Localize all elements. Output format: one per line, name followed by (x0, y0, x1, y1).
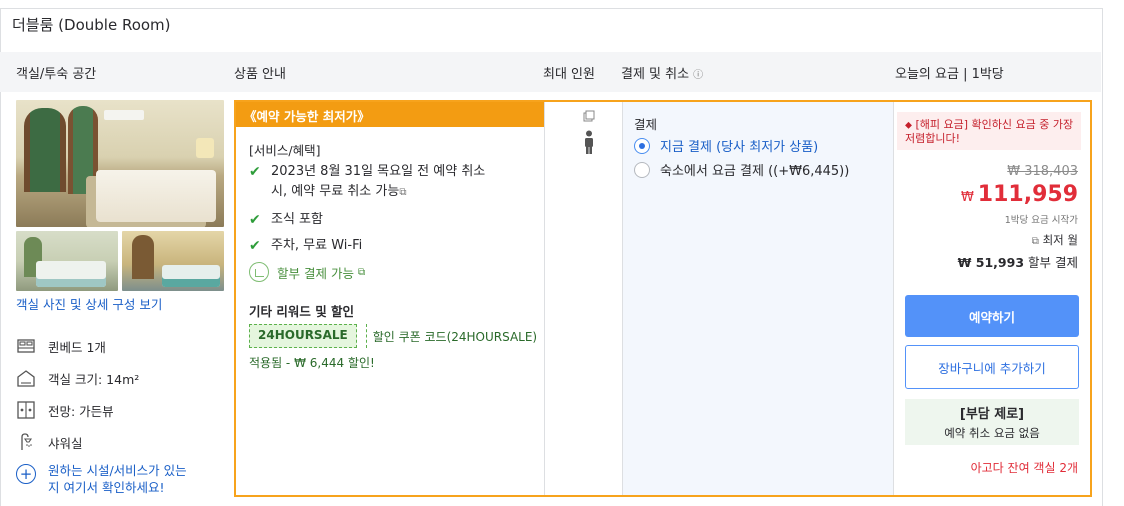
breakfast-label: 조식 포함 (271, 212, 323, 227)
zero-cancellation-box: [부담 제로] 예약 취소 요금 없음 (905, 399, 1079, 445)
external-link-icon[interactable] (583, 110, 595, 122)
zero-title: [부담 제로] (959, 407, 1025, 422)
room-photo-main[interactable] (16, 100, 224, 227)
external-link-icon: ⧉ (357, 266, 366, 278)
pay-at-hotel-label: 숙소에서 요금 결제 ((+₩6,445)) (660, 164, 850, 179)
benefit-free-cancel: ✔ 2023년 8월 31일 목요일 전 예약 취소시, 예약 무료 취소 가능… (249, 162, 485, 203)
installment-chart-icon (249, 262, 269, 282)
room-size-icon (17, 370, 35, 387)
payment-options: 결제 지금 결제 (당사 최저가 상품) 숙소에서 요금 결제 ((+₩6,44… (622, 102, 894, 495)
installment-link[interactable]: 할부 결제 가능 ⧉ (249, 262, 365, 282)
lowest-price-ribbon: 《예약 가능한 최저가》 (236, 102, 544, 127)
more-amenities-line: 원하는 시설/서비스가 있는 (48, 463, 187, 478)
sale-price-value: 111,959 (977, 182, 1078, 207)
shower-icon (21, 433, 33, 450)
amenity-label: 객실 크기: 14m² (48, 371, 140, 387)
per-night-label: 1박당 요금 시작가 (1004, 215, 1078, 226)
pay-at-hotel-option[interactable]: 숙소에서 요금 결제 ((+₩6,445)) (634, 160, 849, 179)
add-to-cart-button[interactable]: 장바구니에 추가하기 (905, 345, 1079, 389)
external-link-icon[interactable]: ⧉ (399, 187, 406, 198)
offer-row: 《예약 가능한 최저가》 [서비스/혜택] ✔ 2023년 8월 31일 목요일… (234, 100, 1092, 497)
currency-symbol: ₩ (960, 190, 974, 205)
column-header-room: 객실/투숙 공간 (16, 67, 97, 82)
amenity-bed: 퀸베드 1개 (16, 336, 106, 356)
hot-deal-banner: ⬥ [해피 요금] 확인하신 요금 중 가장 저렴합니다! (897, 112, 1081, 150)
zero-subtitle: 예약 취소 요금 없음 (944, 426, 1040, 440)
room-photo-thumb[interactable] (16, 231, 118, 291)
room-photos-link[interactable]: 객실 사진 및 상세 구성 보기 (16, 294, 162, 313)
installment-amount: ₩ 51,993 (957, 255, 1025, 270)
column-header-price: 오늘의 요금 | 1박당 (895, 67, 1004, 82)
divider (544, 102, 545, 495)
amenity-view: 전망: 가든뷰 (16, 400, 114, 420)
amenity-room-size: 객실 크기: 14m² (16, 368, 139, 388)
more-amenities-line: 지 여기서 확인하세요! (48, 480, 165, 495)
coupon-description: 할인 쿠폰 코드(24HOURSALE) (372, 329, 538, 344)
view-icon (17, 401, 35, 419)
check-icon: ✔ (249, 212, 261, 228)
max-guests (577, 110, 601, 154)
person-icon (585, 130, 593, 154)
parking-wifi-label: 주차, 무료 Wi-Fi (271, 238, 363, 253)
installment-price: ₩ 51,993 할부 결제 (958, 252, 1078, 271)
tag-icon: ⬥ (905, 120, 912, 131)
divider (893, 102, 894, 495)
hot-deal-text: [해피 요금] 확인하신 요금 중 가장 저렴합니다! (905, 118, 1074, 145)
payment-title: 결제 (634, 117, 658, 132)
book-button[interactable]: 예약하기 (905, 295, 1079, 337)
column-header-product: 상품 안내 (234, 67, 286, 82)
column-header-payment: 결제 및 취소 ⓘ (621, 63, 703, 82)
benefit-breakfast: ✔ 조식 포함 (249, 210, 323, 230)
coupon: 24HOURSALE 할인 쿠폰 코드(24HOURSALE) (249, 324, 537, 348)
free-cancel-line: 2023년 8월 31일 목요일 전 예약 취소 (271, 164, 486, 179)
coupon-code-tag: 24HOURSALE (249, 324, 357, 348)
amenity-label: 퀸베드 1개 (48, 339, 106, 355)
bed-icon (17, 339, 35, 353)
amenity-label: 샤워실 (48, 435, 83, 451)
pay-now-label: 지금 결제 (당사 최저가 상품) (660, 140, 819, 155)
coupon-applied-text: 적용됨 - ₩ 6,444 할인! (249, 356, 375, 370)
external-link-icon: ⧉ (1031, 236, 1039, 247)
amenity-shower: 샤워실 (16, 432, 83, 452)
sale-price: ₩111,959 (961, 182, 1078, 207)
room-title: 더블룸 (Double Room) (12, 16, 171, 34)
radio-selected[interactable] (634, 137, 650, 154)
benefit-parking-wifi: ✔ 주차, 무료 Wi-Fi (249, 236, 362, 256)
free-cancel-text: 2023년 8월 31일 목요일 전 예약 취소시, 예약 무료 취소 가능⧉ (271, 162, 485, 203)
lowest-monthly-label: 최저 월 (1042, 233, 1078, 247)
payment-header-label: 결제 및 취소 (621, 67, 690, 82)
original-price: ₩ 318,403 (1007, 164, 1078, 179)
more-amenities-text: 원하는 시설/서비스가 있는지 여기서 확인하세요! (48, 462, 187, 496)
lowest-monthly[interactable]: ⧉ 최저 월 (1032, 232, 1078, 248)
coupon-notch (357, 324, 367, 348)
pay-now-option[interactable]: 지금 결제 (당사 최저가 상품) (634, 136, 818, 155)
installment-label: 할부 결제 가능 (277, 265, 354, 281)
divider (622, 102, 623, 495)
info-icon[interactable]: ⓘ (693, 70, 703, 81)
rewards-title: 기타 리워드 및 할인 (249, 304, 355, 319)
price-column: ⬥ [해피 요금] 확인하신 요금 중 가장 저렴합니다! ₩ 318,403 … (895, 102, 1090, 495)
amenity-label: 전망: 가든뷰 (48, 403, 114, 419)
plus-icon: + (16, 464, 36, 484)
room-photo-thumb[interactable] (122, 231, 224, 291)
radio-unselected[interactable] (634, 161, 650, 178)
more-amenities-link[interactable]: + 원하는 시설/서비스가 있는지 여기서 확인하세요! (16, 462, 187, 496)
column-header-max-guests: 최대 인원 (543, 67, 595, 82)
check-icon: ✔ (249, 238, 261, 254)
installment-price-label: 할부 결제 (1028, 255, 1078, 270)
services-title: [서비스/혜택] (249, 143, 321, 158)
free-cancel-line[interactable]: 시, 예약 무료 취소 가능 (271, 184, 399, 199)
rooms-left-text: 아고다 잔여 객실 2개 (970, 461, 1078, 475)
check-icon: ✔ (249, 164, 261, 180)
